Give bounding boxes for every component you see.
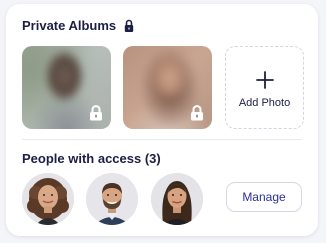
plus-icon: [255, 70, 274, 89]
avatar[interactable]: [151, 173, 203, 225]
add-photo-label: Add Photo: [238, 96, 291, 109]
lock-icon: [124, 19, 134, 33]
private-albums-title: Private Albums: [22, 18, 117, 33]
private-albums-card: Private Albums Add Photo People with acc…: [6, 4, 318, 236]
private-albums-header: Private Albums: [22, 18, 134, 33]
lock-icon: [89, 105, 103, 121]
people-with-access-title: People with access (3): [22, 151, 161, 166]
lock-icon: [190, 105, 204, 121]
private-photo-2[interactable]: [123, 46, 212, 129]
add-photo-button[interactable]: Add Photo: [225, 46, 304, 129]
divider: [22, 139, 302, 140]
avatar[interactable]: [86, 173, 138, 225]
private-photo-1[interactable]: [22, 46, 111, 129]
manage-button[interactable]: Manage: [226, 182, 302, 212]
avatar[interactable]: [22, 173, 74, 225]
